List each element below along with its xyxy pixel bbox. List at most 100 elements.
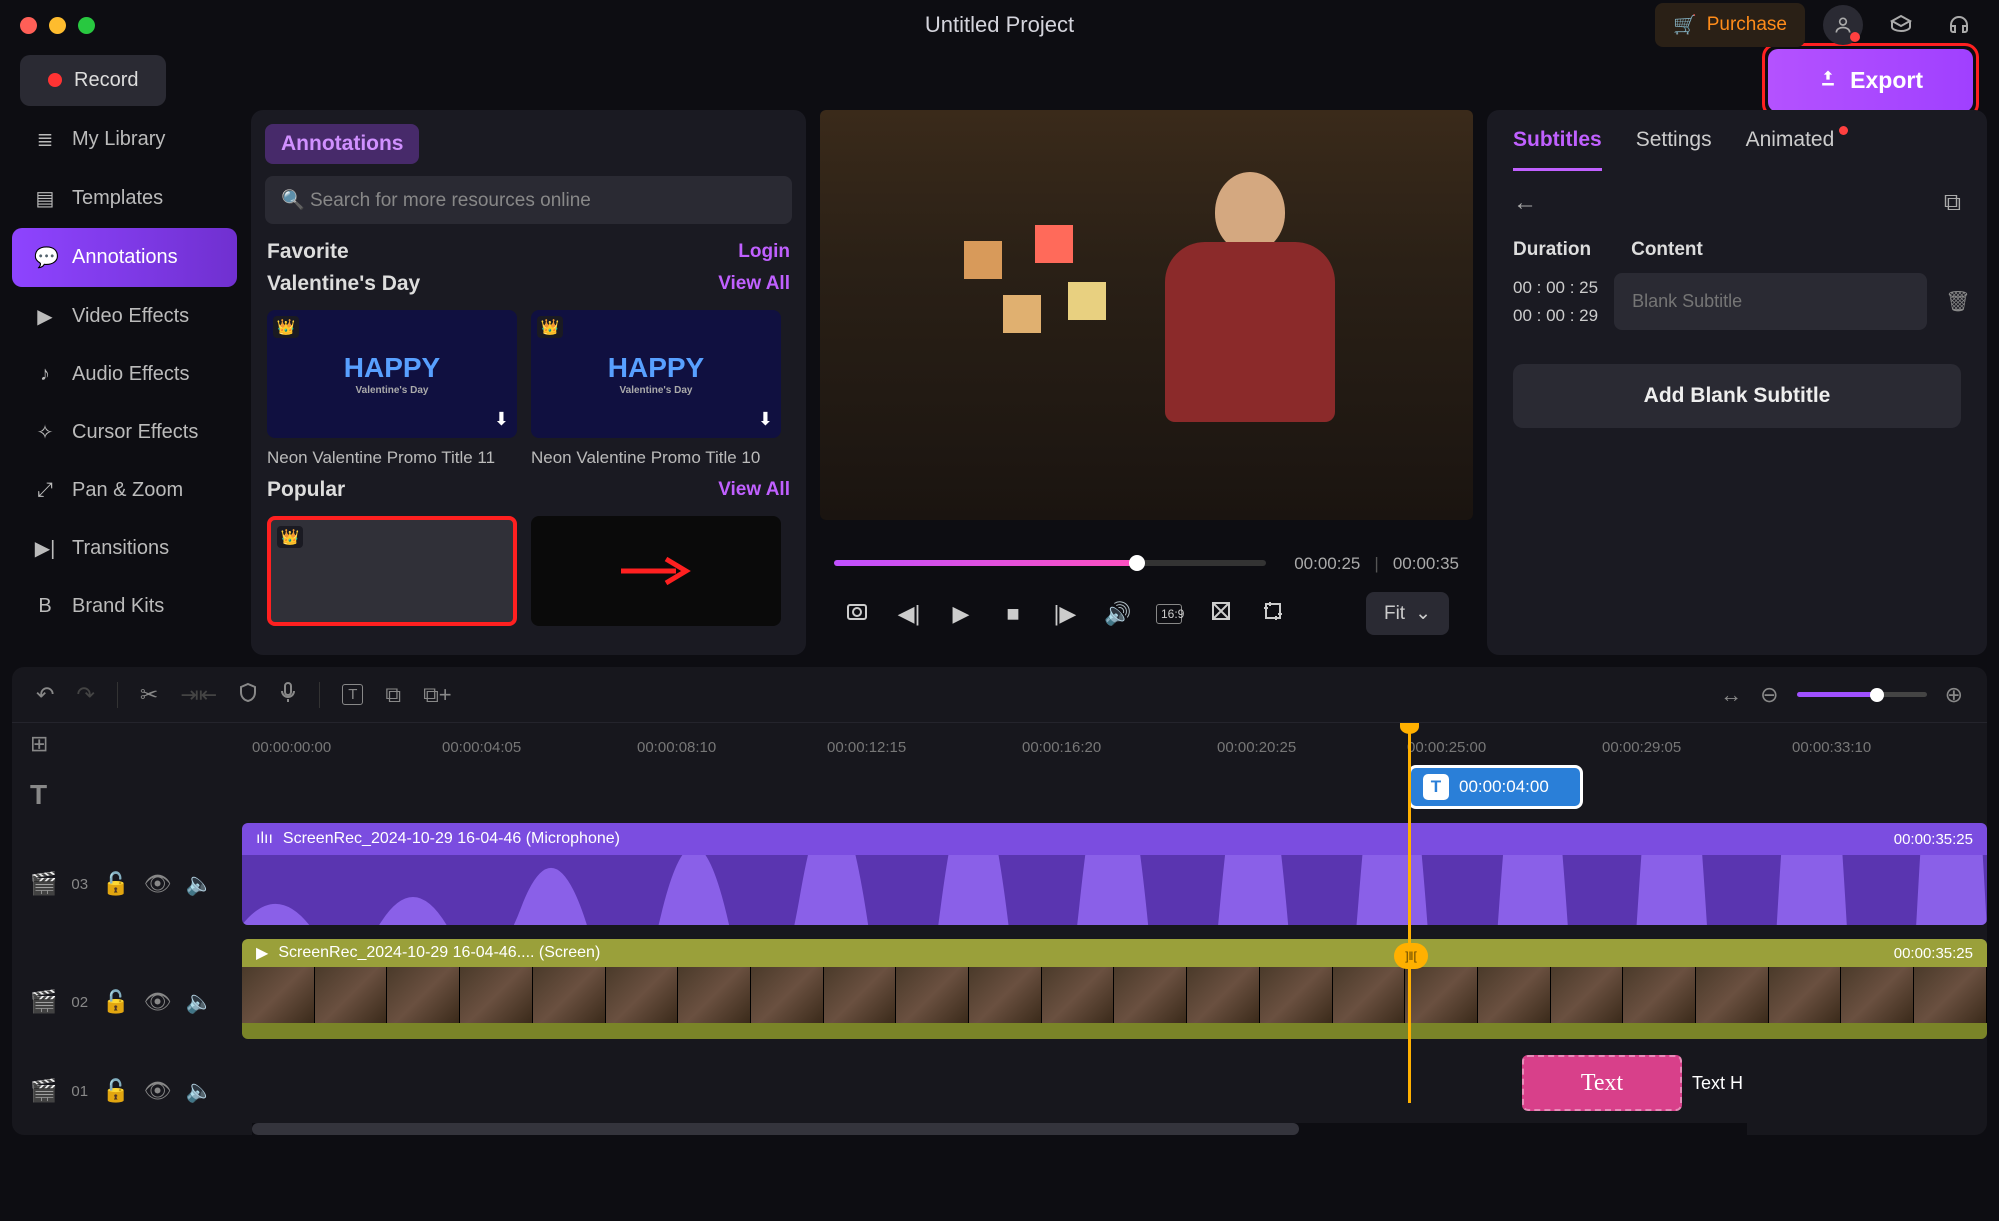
fit-dropdown[interactable]: Fit ⌄ (1366, 592, 1449, 635)
timeline-ruler[interactable]: 00:00:00:00 00:00:04:05 00:00:08:10 00:0… (242, 723, 1987, 765)
overlay-track: Text Text H (242, 1055, 1987, 1117)
sidebar-item-label: Annotations (72, 246, 178, 269)
sidebar-item-cursor-effects[interactable]: ✧Cursor Effects (12, 403, 237, 462)
favorite-heading: Favorite (267, 240, 349, 264)
text-clip[interactable]: T 00:00:04:00 (1408, 765, 1583, 809)
text-overlay-clip[interactable]: Text (1522, 1055, 1682, 1111)
snapshot-icon[interactable] (844, 599, 870, 629)
close-window-button[interactable] (20, 17, 37, 34)
audio-clip[interactable]: ılıı ScreenRec_2024-10-29 16-04-46 (Micr… (242, 823, 1987, 925)
resource-card[interactable]: 👑 HAPPYValentine's Day ⬇ Neon Valentine … (267, 310, 517, 468)
redo-icon[interactable]: ↷ (76, 682, 94, 708)
volume-icon[interactable]: 🔊 (1104, 601, 1130, 627)
preview-canvas[interactable] (820, 110, 1473, 520)
resource-card[interactable] (531, 516, 781, 626)
sidebar-item-annotations[interactable]: 💬 Annotations (12, 228, 237, 287)
sidebar-item-my-library[interactable]: ≣My Library (12, 110, 237, 169)
playhead[interactable] (1408, 727, 1411, 1103)
premium-crown-icon: 👑 (277, 526, 303, 548)
translate-icon[interactable]: ⧉+ (423, 682, 452, 708)
resource-card[interactable]: 👑 HAPPYValentine's Day ⬇ Neon Valentine … (531, 310, 781, 468)
copy-icon[interactable]: ⧉ (1944, 189, 1961, 217)
minimize-window-button[interactable] (49, 17, 66, 34)
view-all-popular-link[interactable]: View All (718, 479, 790, 501)
text-tool-icon[interactable]: T (342, 684, 363, 705)
annotations-chip[interactable]: Annotations (265, 124, 419, 164)
purchase-button[interactable]: 🛒 Purchase (1655, 3, 1805, 47)
sidebar-item-templates[interactable]: ▤ Templates (12, 169, 237, 228)
current-time: 00:00:25 (1294, 554, 1360, 574)
zoom-in-icon[interactable]: ⊕ (1945, 682, 1963, 708)
delete-icon[interactable]: 🗑 (1943, 289, 1973, 314)
support-icon[interactable] (1939, 5, 1979, 45)
resource-card[interactable]: 👑 (267, 516, 517, 626)
undo-icon[interactable]: ↶ (36, 682, 54, 708)
grid-icon[interactable] (1208, 600, 1234, 628)
shield-icon[interactable] (239, 682, 257, 708)
sidebar-item-label: Templates (72, 187, 163, 210)
captions-icon[interactable]: ⧉ (385, 682, 401, 708)
download-icon[interactable]: ⬇ (758, 409, 773, 430)
visibility-icon[interactable]: 👁 (144, 989, 172, 1015)
crop-icon[interactable] (1260, 600, 1286, 628)
crop-tool-icon[interactable]: ✂ (140, 682, 158, 708)
lock-icon[interactable]: 🔓 (102, 871, 129, 897)
action-bar: Record Export (0, 50, 1999, 110)
text-overlay-label: Text (1581, 1070, 1623, 1097)
visibility-icon[interactable]: 👁 (144, 871, 172, 897)
cursor-effects-icon: ✧ (34, 420, 56, 445)
add-blank-subtitle-button[interactable]: Add Blank Subtitle (1513, 364, 1961, 428)
subtitle-content-input[interactable] (1614, 273, 1927, 330)
mic-icon[interactable] (279, 681, 297, 709)
view-all-valentine-link[interactable]: View All (718, 273, 790, 295)
split-tool-icon[interactable]: ⇥⇤ (180, 682, 217, 708)
mute-icon[interactable]: 🔈 (185, 1078, 212, 1104)
sidebar-item-pan-zoom[interactable]: ⤢Pan & Zoom (12, 462, 237, 519)
tutorial-icon[interactable] (1881, 5, 1921, 45)
sidebar-item-audio-effects[interactable]: ♪Audio Effects (12, 346, 237, 403)
split-handle-icon[interactable]: ]‖[ (1394, 943, 1428, 969)
audio-effects-icon: ♪ (34, 363, 56, 386)
tab-animated[interactable]: Animated (1746, 128, 1835, 171)
download-icon[interactable]: ⬇ (494, 409, 509, 430)
track-number: 01 (71, 1083, 88, 1100)
search-input[interactable]: 🔍 Search for more resources online (265, 176, 792, 224)
login-link[interactable]: Login (738, 241, 790, 263)
next-frame-icon[interactable]: |▶ (1052, 601, 1078, 627)
account-icon[interactable] (1823, 5, 1863, 45)
valentine-heading: Valentine's Day (267, 272, 420, 296)
resource-panel: Annotations 🔍 Search for more resources … (251, 110, 806, 655)
play-icon[interactable]: ▶ (948, 601, 974, 627)
prev-frame-icon[interactable]: ◀| (896, 601, 922, 627)
tab-settings[interactable]: Settings (1636, 128, 1712, 171)
preview-scrubber[interactable] (834, 560, 1266, 566)
zoom-out-icon[interactable]: ⊖ (1760, 682, 1778, 708)
add-track-icon[interactable]: ⊞ (30, 731, 48, 757)
stop-icon[interactable]: ■ (1000, 601, 1026, 627)
annotations-icon: 💬 (34, 245, 56, 270)
tab-subtitles[interactable]: Subtitles (1513, 128, 1602, 171)
visibility-icon[interactable]: 👁 (144, 1078, 172, 1104)
export-button[interactable]: Export (1768, 49, 1973, 112)
video-clip[interactable]: ▶ ScreenRec_2024-10-29 16-04-46.... (Scr… (242, 939, 1987, 1039)
timeline-horizontal-scrollbar[interactable] (252, 1123, 1747, 1135)
titlebar: Untitled Project 🛒 Purchase (0, 0, 1999, 50)
lock-icon[interactable]: 🔓 (102, 989, 129, 1015)
mute-icon[interactable]: 🔈 (185, 989, 212, 1015)
sidebar-item-brand-kits[interactable]: BBrand Kits (12, 578, 237, 635)
lock-icon[interactable]: 🔓 (102, 1078, 129, 1104)
record-button[interactable]: Record (20, 55, 166, 106)
templates-icon: ▤ (34, 186, 56, 211)
fullscreen-window-button[interactable] (78, 17, 95, 34)
back-arrow-icon[interactable]: ← (1513, 189, 1537, 217)
video-clip-duration: 00:00:35:25 (1894, 945, 1973, 962)
sidebar-item-video-effects[interactable]: ▶Video Effects (12, 287, 237, 346)
project-title: Untitled Project (925, 12, 1074, 38)
timeline-tracks[interactable]: 00:00:00:00 00:00:04:05 00:00:08:10 00:0… (242, 723, 1987, 1123)
fit-timeline-icon[interactable]: ↔ (1720, 682, 1742, 708)
zoom-slider[interactable] (1797, 692, 1927, 697)
sidebar-item-transitions[interactable]: ▶|Transitions (12, 519, 237, 578)
mute-icon[interactable]: 🔈 (185, 871, 212, 897)
aspect-ratio-icon[interactable]: 16:9 (1156, 604, 1182, 624)
subtitle-timing[interactable]: 00 : 00 : 25 00 : 00 : 29 (1513, 274, 1598, 328)
